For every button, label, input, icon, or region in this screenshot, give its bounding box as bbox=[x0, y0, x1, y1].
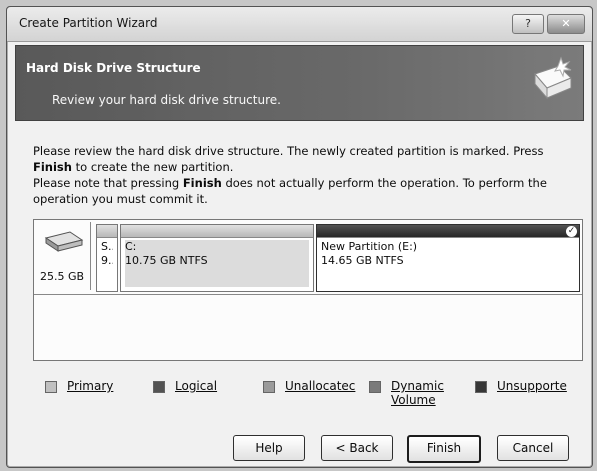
legend-label: Primary bbox=[67, 379, 114, 393]
legend-swatch bbox=[153, 380, 165, 393]
title-help-button[interactable]: ? bbox=[512, 14, 544, 34]
legend-logical: Logical bbox=[153, 379, 217, 393]
desc-line1-bold: Finish bbox=[33, 160, 72, 174]
disk-size: 25.5 GB bbox=[40, 270, 85, 283]
disk-map: 25.5 GB S.. 9.. C: 10.75 GB NTFS ✓ bbox=[33, 219, 583, 361]
hard-disk-icon bbox=[44, 231, 84, 252]
legend-swatch bbox=[263, 380, 275, 393]
button-bar: Help < Back Finish Cancel bbox=[7, 435, 592, 463]
legend-label: Unallocatec bbox=[285, 379, 356, 393]
legend-dynamic: Dynamic Volume bbox=[369, 379, 451, 407]
partition-name: C: bbox=[125, 240, 137, 253]
close-button[interactable]: ✕ bbox=[547, 14, 585, 34]
partition-system[interactable]: S.. 9.. bbox=[96, 224, 118, 292]
banner-subtitle: Review your hard disk drive structure. bbox=[52, 93, 281, 107]
back-button[interactable]: < Back bbox=[321, 435, 393, 461]
partition-bar bbox=[97, 225, 117, 238]
disk-wizard-icon bbox=[534, 56, 572, 100]
legend-label: Logical bbox=[175, 379, 218, 393]
help-button[interactable]: Help bbox=[233, 435, 305, 461]
legend-primary: Primary bbox=[45, 379, 113, 393]
legend-swatch bbox=[369, 380, 381, 393]
banner-title: Hard Disk Drive Structure bbox=[26, 61, 201, 75]
partition-body: S.. 9.. bbox=[101, 240, 113, 287]
partition-name: New Partition (E:) bbox=[321, 240, 418, 253]
legend-swatch bbox=[475, 380, 487, 393]
desc-line1-b: to create the new partition. bbox=[71, 160, 234, 174]
desc-line2-bold: Finish bbox=[182, 176, 222, 190]
window-title: Create Partition Wizard bbox=[19, 16, 158, 30]
partition-c[interactable]: C: 10.75 GB NTFS bbox=[120, 224, 314, 292]
disk-row[interactable]: 25.5 GB S.. 9.. C: 10.75 GB NTFS ✓ bbox=[34, 220, 582, 295]
cancel-button[interactable]: Cancel bbox=[497, 435, 569, 461]
partition-info: 10.75 GB NTFS bbox=[125, 254, 208, 267]
disk-info: 25.5 GB bbox=[36, 222, 91, 290]
legend-label: Unsupporte bbox=[497, 379, 567, 393]
finish-button[interactable]: Finish bbox=[407, 435, 481, 463]
legend: Primary Logical Unallocatec Dynamic Volu… bbox=[45, 379, 585, 419]
partition-bar: ✓ bbox=[317, 225, 579, 238]
partition-body: C: 10.75 GB NTFS bbox=[125, 240, 309, 287]
description-text: Please review the hard disk drive struct… bbox=[33, 143, 583, 207]
partition-bar bbox=[121, 225, 313, 238]
wizard-window: Create Partition Wizard ? ✕ Hard Disk Dr… bbox=[6, 6, 593, 468]
partition-info: 9.. bbox=[101, 254, 113, 267]
legend-unallocated: Unallocatec bbox=[263, 379, 355, 393]
desc-line2-a: Please note that pressing bbox=[33, 176, 183, 190]
title-bar: Create Partition Wizard ? ✕ bbox=[7, 7, 592, 42]
partition-name: S.. bbox=[101, 240, 113, 253]
partition-body: New Partition (E:) 14.65 GB NTFS bbox=[321, 240, 575, 287]
check-icon: ✓ bbox=[566, 226, 577, 237]
legend-unsupported: Unsupporte bbox=[475, 379, 567, 393]
partition-new-e[interactable]: ✓ New Partition (E:) 14.65 GB NTFS bbox=[316, 224, 580, 292]
desc-line1-a: Please review the hard disk drive struct… bbox=[33, 144, 544, 158]
partition-info: 14.65 GB NTFS bbox=[321, 254, 404, 267]
header-banner: Hard Disk Drive Structure Review your ha… bbox=[15, 45, 584, 121]
legend-label: Dynamic Volume bbox=[391, 379, 444, 407]
legend-swatch bbox=[45, 380, 57, 393]
